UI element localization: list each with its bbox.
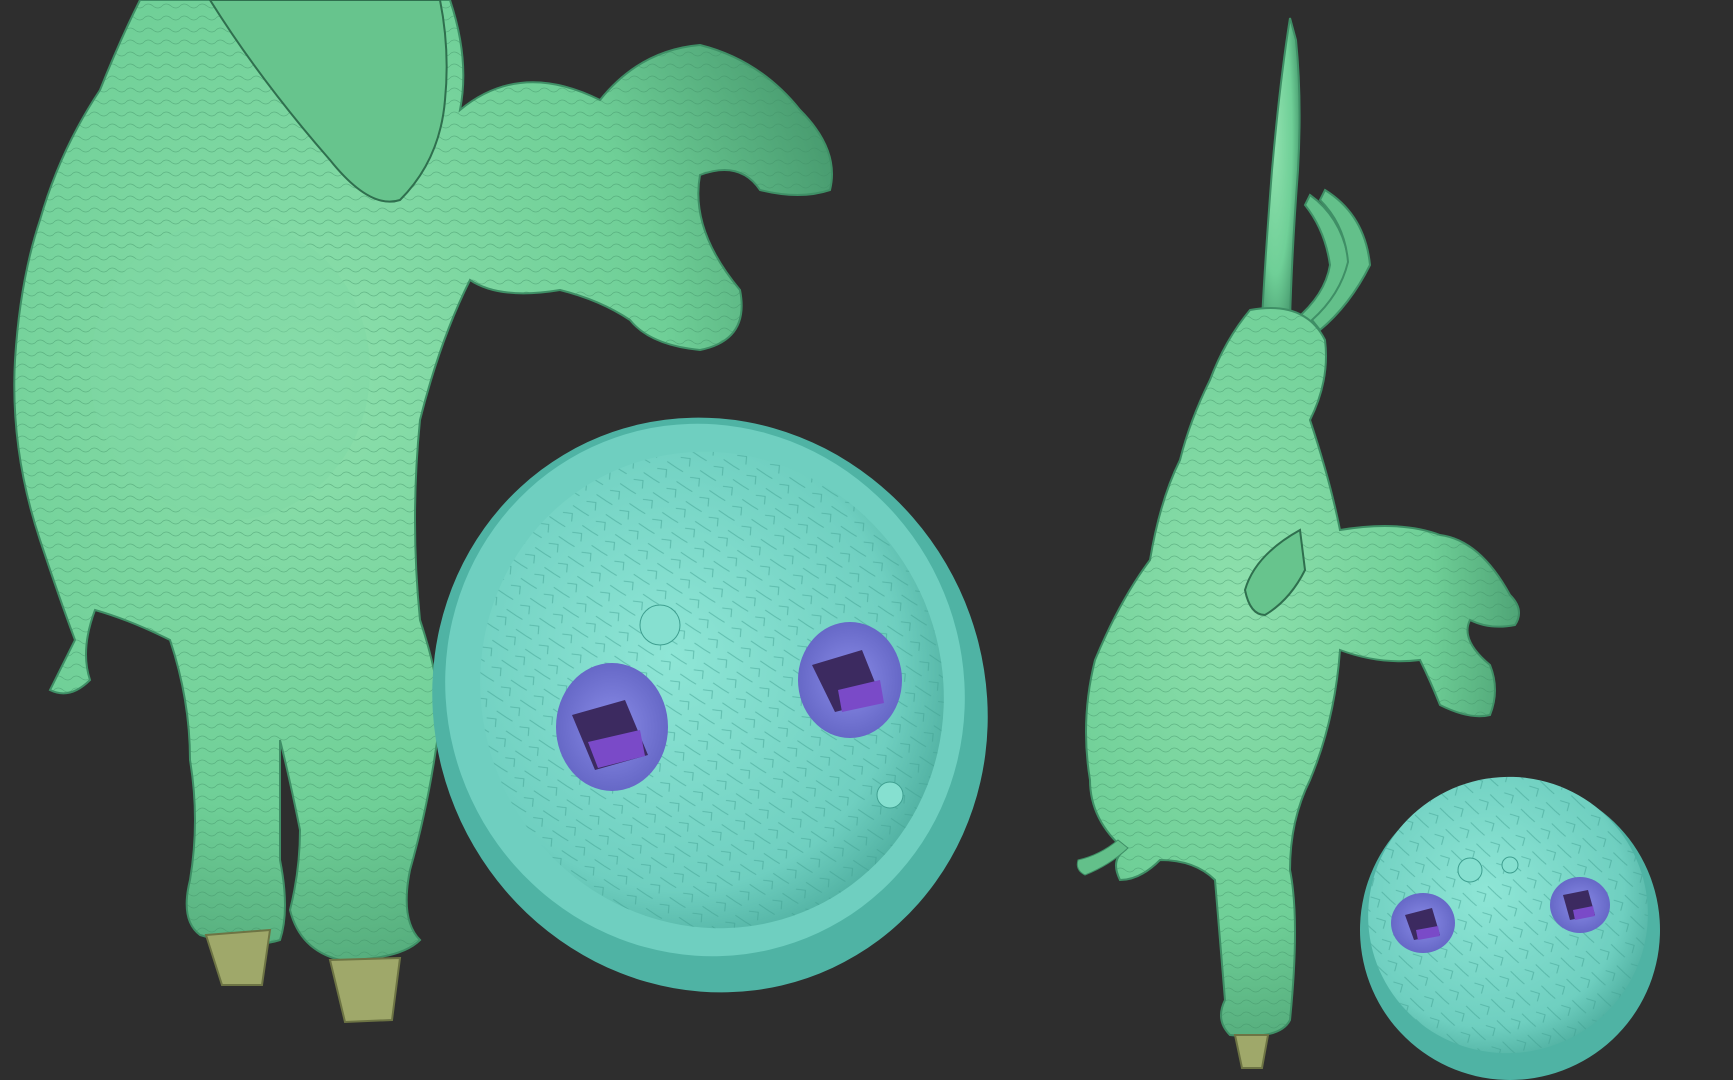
rock-base-full[interactable] [1326, 745, 1693, 1080]
rock-bump [876, 781, 904, 809]
rock-bump [1457, 857, 1483, 883]
foot-peg [1233, 1034, 1270, 1069]
foot-peg [328, 956, 402, 1024]
render-canvas [13, 0, 1693, 1080]
elephant-trunk [1260, 17, 1301, 321]
rock-texture [1368, 776, 1648, 1054]
rock-texture [480, 451, 944, 929]
belly-highlight [90, 220, 370, 520]
peg-socket [798, 622, 902, 738]
full-view [1076, 17, 1693, 1080]
rock-bump [639, 604, 681, 646]
peg-socket [1391, 893, 1455, 953]
rock-base-closeup[interactable] [338, 326, 1082, 1080]
peg-socket [556, 663, 668, 791]
rock-bump [1501, 856, 1519, 874]
peg-socket [1550, 877, 1610, 933]
closeup-view [13, 0, 1082, 1080]
foot-peg [204, 928, 272, 986]
3d-viewport[interactable] [0, 0, 1733, 1080]
